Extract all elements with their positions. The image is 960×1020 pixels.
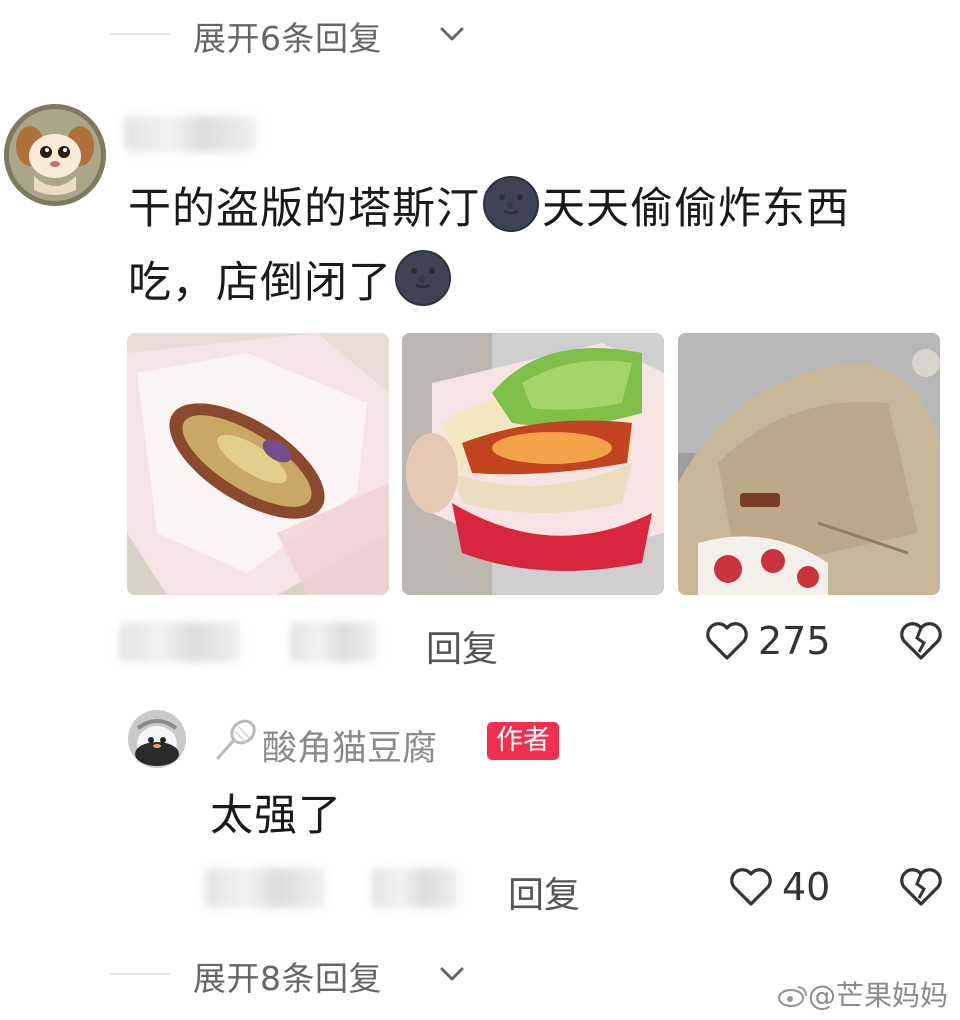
weibo-logo-icon <box>777 986 807 1008</box>
chevron-down-icon <box>440 967 464 981</box>
watermark-text: @芒果妈妈 <box>807 979 948 1012</box>
like-count: 275 <box>758 619 831 663</box>
commenter-avatar[interactable] <box>4 104 106 206</box>
comment-line1: 干的盗版的塔斯汀 <box>128 184 480 234</box>
comment-line2: 吃，店倒闭了 <box>128 258 392 308</box>
expand-replies-label: 展开8条回复 <box>193 959 382 998</box>
chevron-down-icon <box>440 27 464 41</box>
comment-photo-2[interactable] <box>402 333 664 595</box>
watermark: @芒果妈妈 <box>777 974 948 1014</box>
comment-photo-1[interactable] <box>127 333 389 595</box>
commenter-name-blurred <box>124 116 256 152</box>
location-blurred <box>290 622 376 662</box>
reply-body: 太强了 <box>210 791 342 841</box>
author-badge: 作者 <box>487 722 559 760</box>
broken-heart-icon[interactable] <box>898 866 944 908</box>
heart-icon[interactable] <box>704 620 750 662</box>
reply-button[interactable]: 回复 <box>426 620 498 672</box>
reply-timestamp-blurred <box>205 868 325 908</box>
broken-heart-icon[interactable] <box>898 620 944 662</box>
comment-body: 干的盗版的塔斯汀 天天偷偷炸东西 吃，店倒闭了 <box>128 175 938 317</box>
reply-reply-button[interactable]: 回复 <box>508 866 580 918</box>
comment-photo-3[interactable] <box>678 333 940 595</box>
replier-username[interactable]: 酸角猫豆腐 <box>262 720 437 771</box>
replier-avatar[interactable] <box>128 710 186 768</box>
comment-line1-after: 天天偷偷炸东西 <box>542 184 850 234</box>
heart-icon[interactable] <box>728 866 774 908</box>
expand-replies-top[interactable]: 展开6条回复 <box>0 4 960 64</box>
divider-line <box>110 973 170 975</box>
new-moon-face-icon <box>395 250 451 306</box>
badminton-racket-icon <box>216 719 256 760</box>
reply-location-blurred <box>372 868 458 908</box>
expand-replies-label: 展开6条回复 <box>193 19 382 58</box>
divider-line <box>110 33 170 35</box>
timestamp-blurred <box>120 622 240 662</box>
reply-like-count: 40 <box>782 865 831 909</box>
new-moon-face-icon <box>483 176 539 232</box>
